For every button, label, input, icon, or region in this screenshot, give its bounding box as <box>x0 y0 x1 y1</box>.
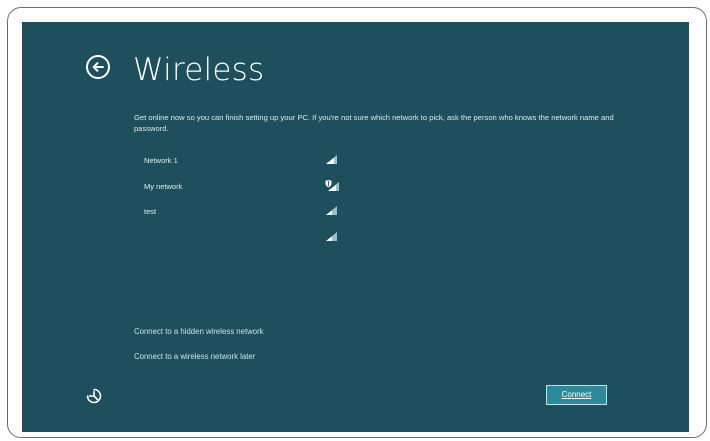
back-button[interactable] <box>86 55 110 79</box>
wifi-signal-icon <box>326 155 337 164</box>
ease-of-access-icon[interactable] <box>86 388 102 404</box>
network-item[interactable]: test <box>134 201 344 227</box>
network-item[interactable]: Network 1 <box>134 150 344 176</box>
page-title: Wireless <box>133 52 265 88</box>
connect-button[interactable]: Connect <box>546 385 607 405</box>
network-name: My network <box>144 181 183 191</box>
connect-later-link[interactable]: Connect to a wireless network later <box>134 352 255 361</box>
wireless-setup-screen: Wireless Get online now so you can finis… <box>22 22 689 432</box>
wifi-shield-signal-icon <box>325 179 339 191</box>
network-item[interactable] <box>134 227 344 253</box>
setup-description: Get online now so you can finish setting… <box>134 113 614 133</box>
wifi-signal-icon <box>326 231 337 241</box>
back-arrow-icon <box>92 62 104 72</box>
network-name: Network 1 <box>144 156 178 165</box>
connect-hidden-network-link[interactable]: Connect to a hidden wireless network <box>134 327 264 336</box>
network-name: test <box>144 207 157 216</box>
network-item[interactable]: My network <box>134 176 344 202</box>
wifi-signal-icon <box>326 206 337 215</box>
network-list: Network 1 My network test <box>134 150 344 252</box>
